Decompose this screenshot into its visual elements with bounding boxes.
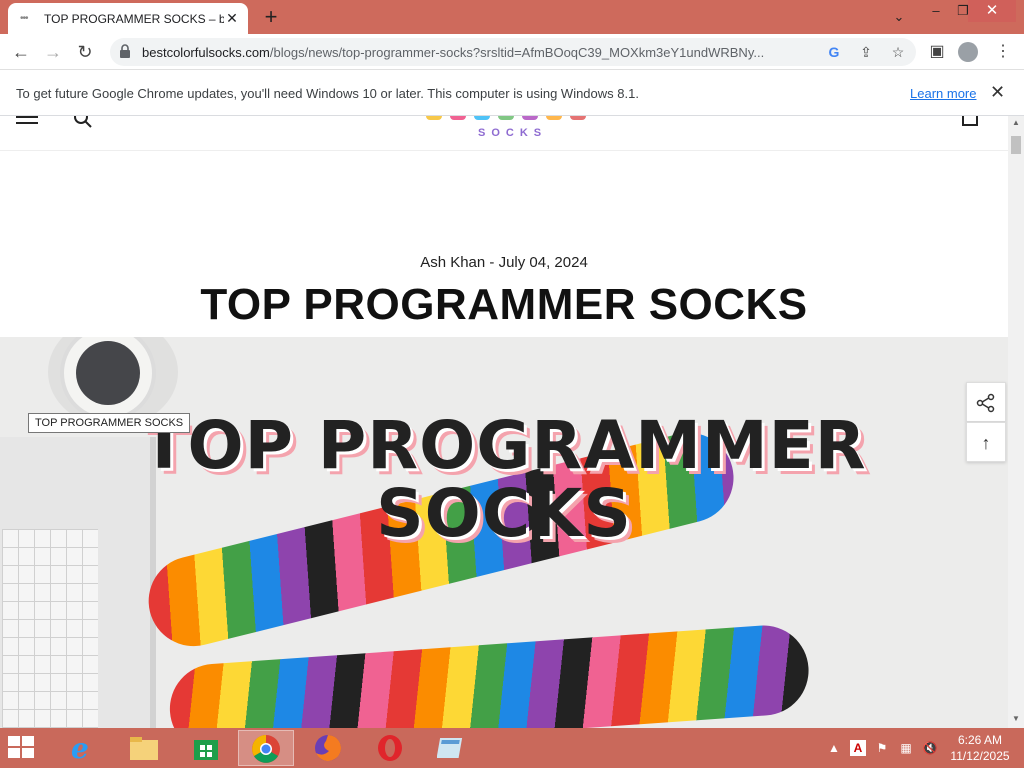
side-panel-icon[interactable]: ▣ <box>924 39 950 65</box>
search-icon[interactable] <box>74 116 92 128</box>
url-path: /blogs/news/top-programmer-socks?srsltid… <box>269 45 765 60</box>
hero-image: TOP PROGRAMMER SOCKS <box>0 337 1008 728</box>
keyboard-image <box>2 529 98 728</box>
browser-titlebar: ••• TOP PROGRAMMER SOCKS – be ✕ + ⌄ – ❐ … <box>0 0 1024 34</box>
logo-letter <box>546 116 562 120</box>
clock-date: 11/12/2025 <box>950 749 1010 763</box>
address-bar[interactable]: bestcolorfulsocks.com/blogs/news/top-pro… <box>110 38 916 66</box>
url-host: bestcolorfulsocks.com <box>142 45 270 60</box>
start-button[interactable] <box>8 736 36 760</box>
action-center-flag-icon[interactable]: ⚑ <box>874 740 890 756</box>
scroll-thumb[interactable] <box>1011 136 1021 154</box>
back-arrow-icon[interactable]: ← <box>8 39 34 65</box>
logo-letter <box>570 116 586 120</box>
logo-letter <box>450 116 466 120</box>
chrome-icon[interactable] <box>238 730 294 766</box>
learn-more-link[interactable]: Learn more <box>910 86 976 101</box>
opera-icon[interactable] <box>362 730 418 766</box>
browser-tab[interactable]: ••• TOP PROGRAMMER SOCKS – be ✕ <box>8 3 248 34</box>
infobar-message: To get future Google Chrome updates, you… <box>16 86 639 101</box>
bookmark-star-icon[interactable]: ☆ <box>888 42 908 62</box>
new-tab-button[interactable]: + <box>258 4 284 30</box>
tooltip: TOP PROGRAMMER SOCKS <box>28 413 191 433</box>
vertical-scrollbar[interactable]: ▲ ▼ <box>1008 116 1024 728</box>
rainbow-sock-image <box>166 622 812 728</box>
cart-icon[interactable] <box>962 116 978 126</box>
tab-search-chevron-icon[interactable]: ⌄ <box>886 6 912 28</box>
url-text[interactable]: bestcolorfulsocks.com/blogs/news/top-pro… <box>142 45 806 60</box>
minimize-button[interactable]: – <box>922 0 950 22</box>
menu-dots-icon[interactable]: ⋮ <box>990 39 1016 65</box>
svg-text:e: e <box>71 733 89 763</box>
update-infobar: To get future Google Chrome updates, you… <box>0 70 1024 116</box>
back-to-top-button[interactable]: ↑ <box>966 422 1006 462</box>
logo-letter <box>522 116 538 120</box>
site-logo-icon[interactable] <box>426 116 616 120</box>
share-button[interactable] <box>966 382 1006 422</box>
file-explorer-icon[interactable] <box>116 730 172 766</box>
article-title: TOP PROGRAMMER SOCKS <box>200 280 808 329</box>
internet-explorer-icon[interactable]: e <box>54 730 110 766</box>
network-icon[interactable]: ▦ <box>898 740 914 756</box>
page-viewport: SOCKS Ash Khan - July 04, 2024 TOP PROGR… <box>0 116 1008 728</box>
logo-letter <box>426 116 442 120</box>
firefox-icon[interactable] <box>300 730 356 766</box>
scroll-down-icon[interactable]: ▼ <box>1011 714 1021 724</box>
logo-letter <box>498 116 514 120</box>
scroll-up-icon[interactable]: ▲ <box>1011 118 1021 128</box>
tab-close-icon[interactable]: ✕ <box>224 10 240 27</box>
google-lens-icon[interactable]: G <box>824 42 844 62</box>
arrow-up-icon: ↑ <box>981 433 991 453</box>
tab-title: TOP PROGRAMMER SOCKS – be <box>44 11 224 26</box>
browser-toolbar: ← → ↻ bestcolorfulsocks.com/blogs/news/t… <box>0 34 1024 70</box>
lock-icon <box>120 44 130 58</box>
tab-favicon-icon: ••• <box>20 13 29 24</box>
store-icon[interactable] <box>178 730 234 766</box>
profile-avatar-icon[interactable] <box>958 42 978 62</box>
site-header: SOCKS <box>0 116 1008 151</box>
close-window-button[interactable]: ✕ <box>968 0 1016 22</box>
forward-arrow-icon[interactable]: → <box>40 39 66 65</box>
site-logo-text[interactable]: SOCKS <box>478 127 547 139</box>
app-window-icon[interactable] <box>424 730 480 766</box>
clock-time: 6:26 AM <box>957 733 1003 747</box>
logo-letter <box>474 116 490 120</box>
infobar-close-icon[interactable]: ✕ <box>990 82 1005 103</box>
share-icon[interactable]: ⇪ <box>856 42 876 62</box>
windows-taskbar: e ▲ A ⚑ ▦ 🔇 6:26 AM 11/12/2025 <box>0 728 1024 768</box>
tray-show-hidden-icon[interactable]: ▲ <box>826 740 842 756</box>
taskbar-clock[interactable]: 6:26 AM 11/12/2025 <box>940 732 1020 764</box>
hamburger-menu-icon[interactable] <box>16 116 38 126</box>
reload-icon[interactable]: ↻ <box>72 39 98 65</box>
hero-heading-line2: SOCKS <box>376 475 632 552</box>
article-meta: Ash Khan - July 04, 2024 <box>420 254 588 271</box>
antivirus-icon[interactable]: A <box>850 740 866 756</box>
volume-muted-icon[interactable]: 🔇 <box>922 740 938 756</box>
share-nodes-icon <box>976 393 995 413</box>
